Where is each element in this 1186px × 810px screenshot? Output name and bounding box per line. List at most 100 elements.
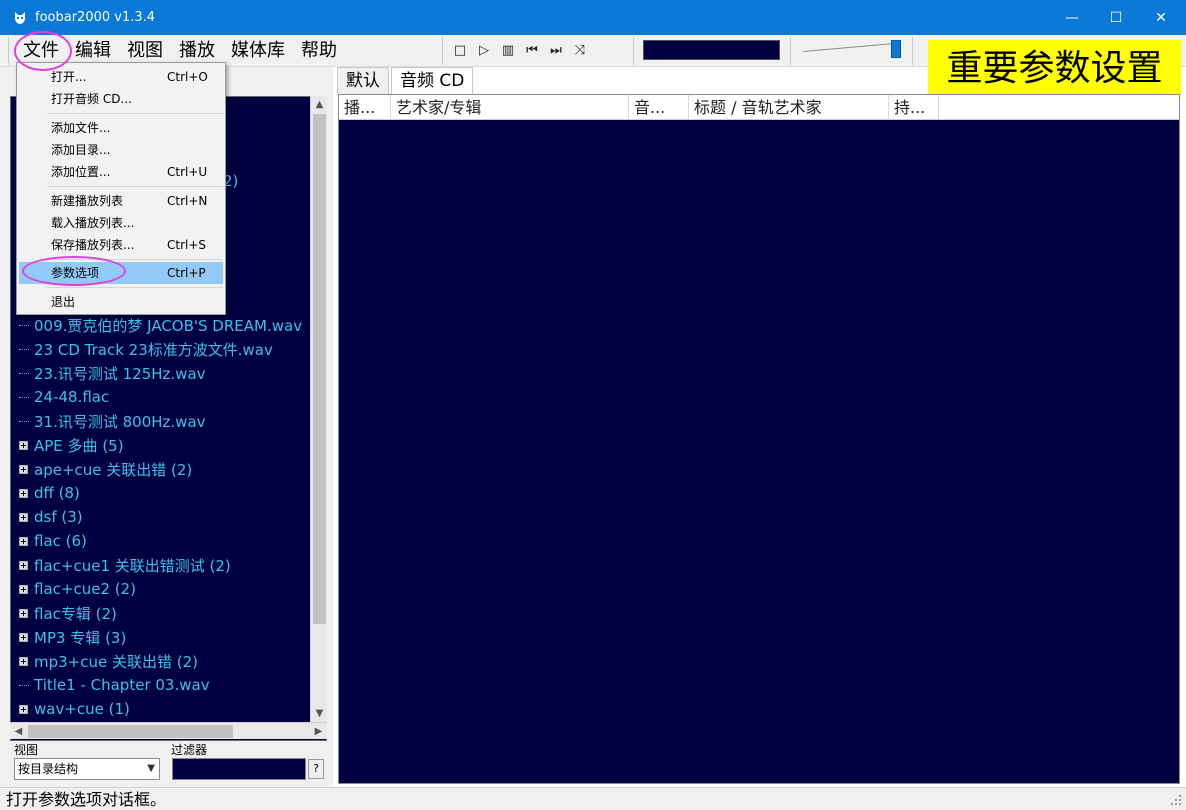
stop-button[interactable]: □ (452, 40, 468, 60)
expand-plus-icon[interactable] (19, 560, 28, 570)
menu-item-add-folder[interactable]: 添加目录... (19, 139, 223, 161)
menu-item-load-playlist[interactable]: 载入播放列表... (19, 212, 223, 234)
tree-folder-item[interactable]: flac (6) (19, 529, 87, 553)
expand-plus-icon[interactable] (19, 632, 28, 642)
menu-file[interactable]: 文件 (15, 37, 67, 65)
column-playing[interactable]: 播... (339, 95, 391, 119)
status-text: 打开参数选项对话框。 (6, 790, 167, 809)
tree-horizontal-scrollbar[interactable]: ◀ ▶ (10, 722, 327, 739)
tree-connector (19, 684, 29, 686)
menu-separator (47, 259, 223, 260)
pause-button[interactable]: ▥ (500, 40, 516, 60)
playlist-view[interactable]: 播... 艺术家/专辑 音... 标题 / 音轨艺术家 持... (338, 94, 1180, 784)
tree-file-item[interactable]: 23.讯号测试 125Hz.wav (19, 361, 206, 385)
file-menu-dropdown: 打开... Ctrl+O 打开音频 CD... 添加文件... 添加目录... … (16, 62, 226, 315)
column-track[interactable]: 音... (629, 95, 689, 119)
scroll-left-icon[interactable]: ◀ (10, 723, 27, 740)
menu-item-new-playlist[interactable]: 新建播放列表 Ctrl+N (19, 190, 223, 212)
menu-help[interactable]: 帮助 (293, 37, 345, 65)
tree-folder-item[interactable]: mp3+cue 关联出错 (2) (19, 649, 198, 673)
tree-connector (19, 348, 29, 350)
tree-file-item[interactable]: 31.讯号测试 800Hz.wav (19, 409, 206, 433)
menu-item-add-location[interactable]: 添加位置... Ctrl+U (19, 161, 223, 183)
filter-input[interactable] (172, 758, 306, 780)
expand-plus-icon[interactable] (19, 440, 28, 450)
maximize-button[interactable]: ☐ (1093, 0, 1139, 35)
expand-plus-icon[interactable] (19, 608, 28, 618)
tree-folder-item[interactable]: wav+cue (1) (19, 697, 130, 721)
minimize-button[interactable]: — (1049, 0, 1095, 35)
view-select-value: 按目录结构 (18, 762, 79, 776)
expand-plus-icon[interactable] (19, 584, 28, 594)
column-duration[interactable]: 持... (889, 95, 939, 119)
menu-item-exit[interactable]: 退出 (19, 291, 223, 313)
tree-folder-item[interactable]: ape+cue 关联出错 (2) (19, 457, 192, 481)
tree-item-label: wav+cue (1) (34, 700, 130, 718)
tree-item-label: flac+cue1 关联出错测试 (2) (34, 556, 231, 575)
tab-default[interactable]: 默认 (337, 67, 389, 94)
menu-item-open-audio-cd[interactable]: 打开音频 CD... (19, 88, 223, 110)
tree-file-item[interactable]: 009.贾克伯的梦 JACOB'S DREAM.wav (19, 313, 302, 337)
random-button[interactable]: ⤨ (572, 40, 588, 60)
menu-item-open[interactable]: 打开... Ctrl+O (19, 66, 223, 88)
filter-label: 过滤器 (171, 743, 208, 757)
volume-thumb[interactable] (891, 40, 901, 58)
seek-bar[interactable] (643, 40, 780, 60)
expand-plus-icon[interactable] (19, 464, 28, 474)
menu-edit[interactable]: 编辑 (67, 37, 119, 65)
playlist-header: 播... 艺术家/专辑 音... 标题 / 音轨艺术家 持... (339, 95, 1179, 120)
column-title-artist[interactable]: 标题 / 音轨艺术家 (689, 95, 889, 119)
resize-grip-icon[interactable] (1170, 794, 1182, 806)
menu-view[interactable]: 视图 (119, 37, 171, 65)
scroll-thumb[interactable] (28, 725, 233, 738)
scroll-down-icon[interactable]: ▼ (311, 705, 328, 722)
toolbar-separator (790, 37, 791, 65)
expand-plus-icon[interactable] (19, 536, 28, 546)
column-artist-album[interactable]: 艺术家/专辑 (391, 95, 629, 119)
menu-item-add-files[interactable]: 添加文件... (19, 117, 223, 139)
annotation-label: 重要参数设置 (928, 40, 1181, 98)
menu-separator (47, 113, 223, 114)
volume-track (802, 43, 893, 52)
menu-item-preferences[interactable]: 参数选项 Ctrl+P (19, 262, 223, 284)
tree-item-label: APE 多曲 (5) (34, 436, 124, 455)
tree-item-label: Title1 - Chapter 03.wav (34, 676, 210, 694)
expand-plus-icon[interactable] (19, 488, 28, 498)
filter-help-button[interactable]: ? (308, 759, 324, 779)
tree-vertical-scrollbar[interactable]: ▲ ▼ (310, 96, 327, 722)
previous-button[interactable]: ⏮ (524, 40, 540, 60)
tree-folder-item[interactable]: flac+cue2 (2) (19, 577, 136, 601)
view-select[interactable]: 按目录结构 ▼ (14, 758, 160, 780)
menu-item-save-playlist[interactable]: 保存播放列表... Ctrl+S (19, 234, 223, 256)
menu-separator (47, 287, 223, 288)
tree-item-label: flac (6) (34, 532, 87, 550)
tree-file-item[interactable]: Title1 - Chapter 03.wav (19, 673, 210, 697)
tree-folder-item[interactable]: dsf (3) (19, 505, 83, 529)
expand-plus-icon[interactable] (19, 512, 28, 522)
tree-folder-item[interactable]: flac+cue1 关联出错测试 (2) (19, 553, 231, 577)
tree-item-label: 23.讯号测试 125Hz.wav (34, 364, 206, 383)
menu-library[interactable]: 媒体库 (223, 37, 293, 65)
next-button[interactable]: ⏭ (548, 40, 564, 60)
tree-folder-item[interactable]: flac专辑 (2) (19, 601, 117, 625)
tree-folder-item[interactable]: MP3 专辑 (3) (19, 625, 126, 649)
tab-audio-cd[interactable]: 音频 CD (391, 67, 474, 94)
scroll-up-icon[interactable]: ▲ (311, 96, 328, 113)
tree-item-label: ape+cue 关联出错 (2) (34, 460, 193, 479)
play-button[interactable]: ▷ (476, 40, 492, 60)
scroll-thumb[interactable] (313, 114, 326, 624)
menu-playback[interactable]: 播放 (171, 37, 223, 65)
expand-plus-icon[interactable] (19, 704, 28, 714)
close-button[interactable]: ✕ (1138, 0, 1184, 35)
scroll-right-icon[interactable]: ▶ (310, 723, 327, 740)
tree-file-item[interactable]: 23 CD Track 23标准方波文件.wav (19, 337, 273, 361)
expand-plus-icon[interactable] (19, 656, 28, 666)
menu-bar: 文件 编辑 视图 播放 媒体库 帮助 (8, 37, 345, 65)
tree-folder-item[interactable]: dff (8) (19, 481, 80, 505)
toolbar-separator (633, 37, 634, 65)
volume-slider[interactable] (802, 39, 903, 61)
tree-file-item[interactable]: 24-48.flac (19, 385, 109, 409)
menu-separator (47, 186, 223, 187)
tree-connector (19, 396, 29, 398)
tree-folder-item[interactable]: APE 多曲 (5) (19, 433, 124, 457)
